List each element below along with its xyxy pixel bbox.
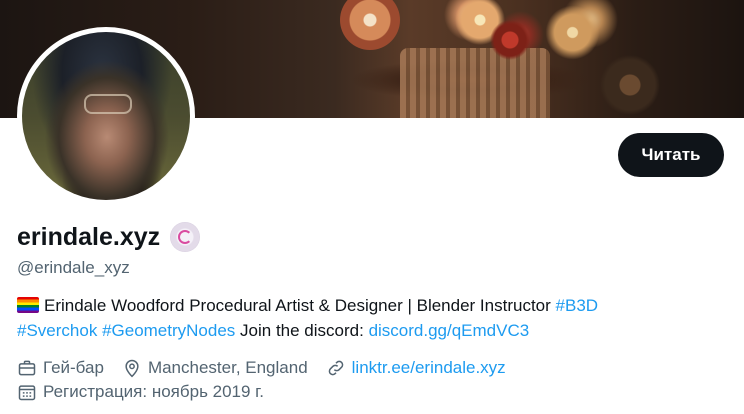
banner-flower [340,0,400,50]
banner-flower [600,55,660,115]
profile-bio: Erindale Woodford Procedural Artist & De… [17,293,717,343]
follow-button[interactable]: Читать [618,133,724,177]
display-name: erindale.xyz [17,222,161,251]
bio-text: Erindale Woodford Procedural Artist & De… [44,296,551,315]
banner-flower [490,20,530,60]
banner-flower [545,5,600,60]
website-link[interactable]: linktr.ee/erindale.xyz [352,358,506,378]
meta-joined-label: Регистрация: ноябрь 2019 г. [43,382,265,401]
banner-basket [400,48,550,118]
meta-category-label: Гей-бар [43,358,104,377]
profile-name-row: erindale.xyz [17,222,201,252]
calendar-icon [18,385,36,401]
meta-joined: Регистрация: ноябрь 2019 г. [17,382,264,402]
profile-avatar[interactable] [17,27,195,205]
briefcase-icon [18,360,36,376]
hashtag-link[interactable]: #B3D [556,296,599,315]
meta-location: Manchester, England [122,358,308,378]
profile-handle: @erindale_xyz [17,258,130,277]
profile-meta-row: Гей-бар Manchester, England linktr.ee/er… [17,358,524,378]
spiral-badge-icon[interactable] [170,222,201,252]
profile-join-row: Регистрация: ноябрь 2019 г. [17,382,282,402]
avatar-image [22,32,190,200]
link-icon [328,360,343,376]
location-pin-icon [125,359,139,378]
avatar-glasses [84,94,132,114]
hashtag-link[interactable]: #GeometryNodes [102,321,235,340]
discord-link[interactable]: discord.gg/qEmdVC3 [369,321,530,340]
hashtag-link[interactable]: #Sverchok [17,321,97,340]
rainbow-flag-icon [17,297,39,313]
bio-join-text: Join the discord: [240,321,364,340]
meta-location-label: Manchester, England [147,358,308,377]
meta-website: linktr.ee/erindale.xyz [326,358,506,378]
meta-category: Гей-бар [17,358,104,378]
